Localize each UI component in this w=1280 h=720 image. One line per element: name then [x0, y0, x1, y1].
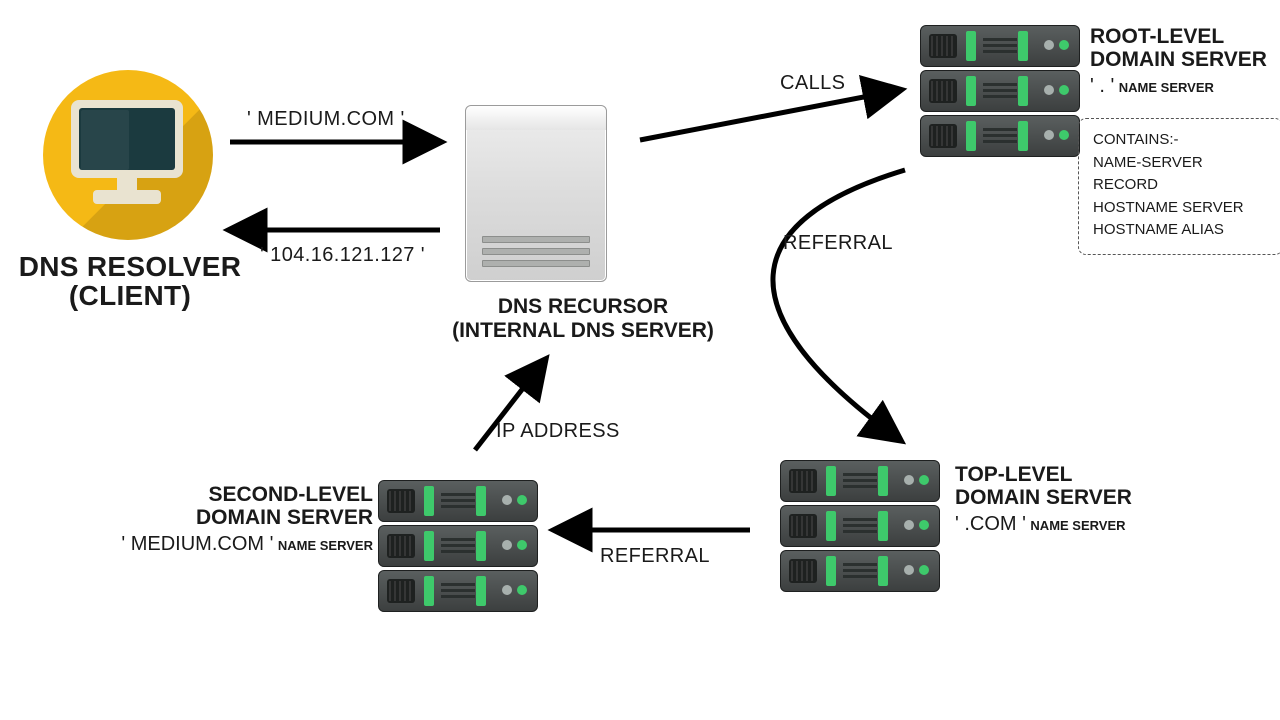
- root-title-line1: ROOT-LEVEL: [1090, 25, 1280, 48]
- sld-title-line1: SECOND-LEVEL: [118, 483, 373, 506]
- recursor-title-line1: DNS RECURSOR: [438, 295, 728, 319]
- tld-scope: ' .COM ': [955, 513, 1026, 535]
- root-box-line4: HOSTNAME ALIAS: [1093, 219, 1268, 242]
- node-root-icon: [920, 25, 1080, 160]
- node-tld-icon: [780, 460, 940, 595]
- root-label: ROOT-LEVEL DOMAIN SERVER ' . ' NAME SERV…: [1090, 25, 1280, 98]
- recursor-label: DNS RECURSOR (INTERNAL DNS SERVER): [438, 295, 728, 343]
- node-sld-icon: [378, 480, 538, 615]
- label-recursor-to-client: ' 104.16.121.127 ': [260, 244, 425, 267]
- node-client: [35, 70, 220, 240]
- root-scope: ' . ': [1090, 75, 1114, 97]
- label-calls: CALLS: [780, 72, 845, 95]
- client-title-line2: (CLIENT): [10, 281, 250, 310]
- label-referral-tld-sld: REFERRAL: [600, 545, 710, 568]
- label-ip-address: IP ADDRESS: [496, 420, 620, 443]
- root-box-line1: CONTAINS:-: [1093, 129, 1268, 152]
- root-box-line2: NAME-SERVER RECORD: [1093, 152, 1268, 197]
- sld-title-line2: DOMAIN SERVER: [118, 506, 373, 529]
- label-referral-root-tld: REFERRAL: [783, 232, 893, 255]
- sld-label: SECOND-LEVEL DOMAIN SERVER ' MEDIUM.COM …: [118, 483, 373, 556]
- tld-title-line2: DOMAIN SERVER: [955, 486, 1175, 509]
- sld-scope-sub: NAME SERVER: [278, 538, 373, 553]
- dns-resolution-diagram: DNS RESOLVER (CLIENT) DNS RECURSOR (INTE…: [0, 0, 1280, 720]
- root-contents-box: CONTAINS:- NAME-SERVER RECORD HOSTNAME S…: [1078, 118, 1280, 255]
- recursor-title-line2: (INTERNAL DNS SERVER): [438, 319, 728, 343]
- tld-title-line1: TOP-LEVEL: [955, 463, 1175, 486]
- root-title-line2: DOMAIN SERVER: [1090, 48, 1280, 71]
- node-recursor-icon: [465, 105, 607, 282]
- arrow-recursor-to-root: [640, 90, 900, 140]
- label-client-to-recursor: ' MEDIUM.COM ': [247, 108, 405, 131]
- client-title-line1: DNS RESOLVER: [10, 252, 250, 281]
- root-scope-sub: NAME SERVER: [1119, 80, 1214, 95]
- arrow-root-to-tld: [773, 170, 905, 440]
- tld-scope-sub: NAME SERVER: [1030, 518, 1125, 533]
- sld-scope: ' MEDIUM.COM ': [121, 533, 273, 555]
- root-box-line3: HOSTNAME SERVER: [1093, 197, 1268, 220]
- client-monitor-icon: [43, 70, 213, 240]
- tld-label: TOP-LEVEL DOMAIN SERVER ' .COM ' NAME SE…: [955, 463, 1175, 536]
- client-label: DNS RESOLVER (CLIENT): [10, 252, 250, 311]
